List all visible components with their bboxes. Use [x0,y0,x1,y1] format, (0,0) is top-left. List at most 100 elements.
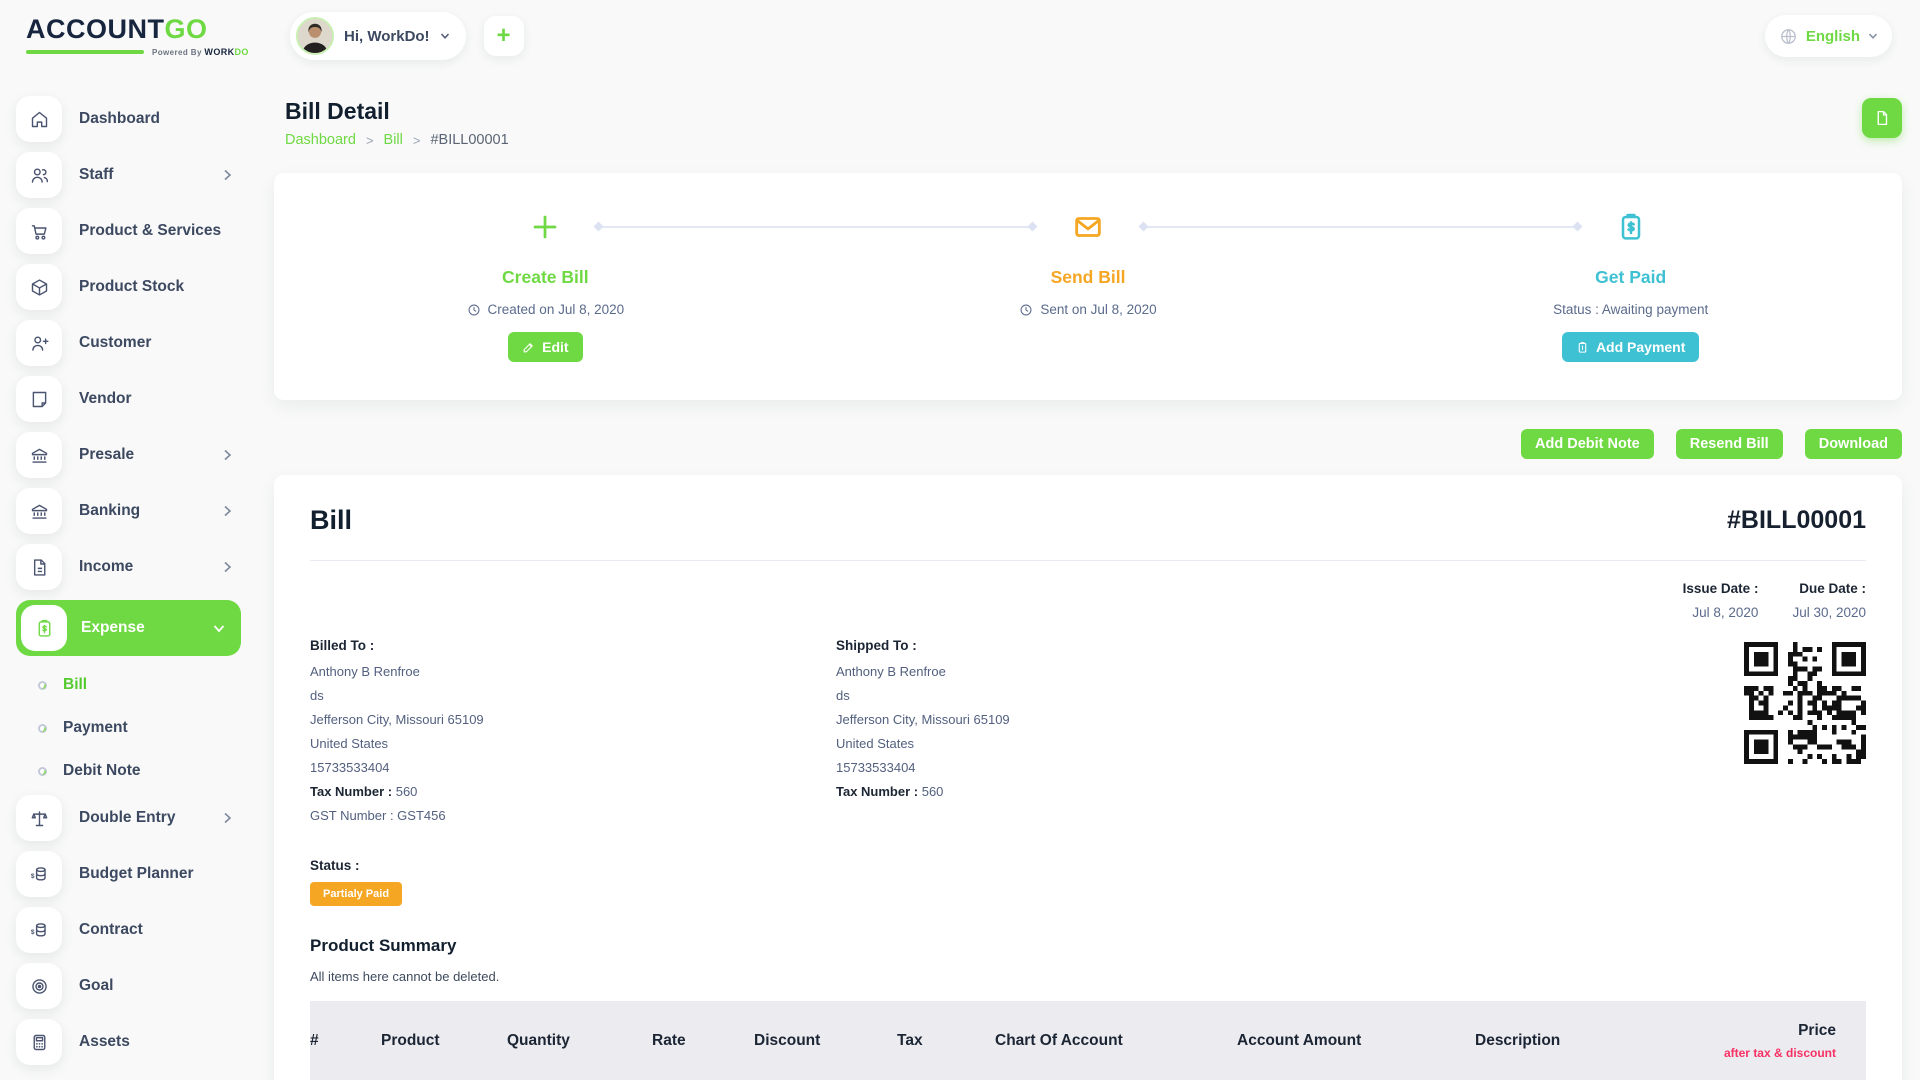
brand-logo[interactable]: ACCOUNTGO Powered By WORKDO [26,16,258,57]
breadcrumb-separator: > [366,133,374,148]
avatar [296,17,334,55]
language-label: English [1806,28,1860,45]
download-button[interactable]: Download [1805,429,1902,459]
clipboard-dollar-icon [21,605,67,651]
breadcrumb-dashboard-link[interactable]: Dashboard [285,132,356,148]
product-summary-table: # Product Quantity Rate Discount Tax Cha… [310,1001,1866,1080]
logo-underline [26,50,144,54]
bill-heading: Bill [310,505,352,536]
sidebar: Dashboard Staff Product & Services Produ… [0,72,256,1080]
due-date: Due Date : Jul 30, 2020 [1792,581,1866,620]
user-menu-button[interactable]: Hi, WorkDo! [290,12,466,60]
shipped-to-block: Shipped To : Anthony B Renfroe ds Jeffer… [836,638,1744,832]
clock-icon [467,303,481,317]
chevron-right-icon [223,449,232,461]
cart-icon [16,208,62,254]
clipboard-dollar-icon [1576,341,1589,354]
step-title: Create Bill [502,267,589,288]
breadcrumb-separator: > [413,133,421,148]
sidebar-item-assets[interactable]: Assets [16,1019,256,1065]
plus-icon [530,203,560,251]
edit-bill-button[interactable]: Edit [508,332,582,362]
product-summary-note: All items here cannot be deleted. [310,969,1866,984]
export-document-button[interactable] [1862,98,1902,138]
document-icon [16,544,62,590]
col-chart-of-account: Chart Of Account [995,1001,1237,1080]
sidebar-item-banking[interactable]: Banking [16,488,256,534]
sidebar-item-budget-planner[interactable]: $ Budget Planner [16,851,256,897]
bullet-icon [38,767,47,776]
breadcrumb-current: #BILL00001 [430,132,508,148]
step-send-bill: Send Bill Sent on Jul 8, 2020 [817,173,1360,400]
breadcrumb-bill-link[interactable]: Bill [384,132,403,148]
page-title: Bill Detail [285,98,509,125]
sidebar-item-product-services[interactable]: Product & Services [16,208,256,254]
main-content: Bill Detail Dashboard > Bill > #BILL0000… [256,72,1920,1080]
user-plus-icon [16,320,62,366]
chevron-down-icon [440,31,450,41]
step-get-paid: Get Paid Status : Awaiting payment Add P… [1359,173,1902,400]
table-header-row: # Product Quantity Rate Discount Tax Cha… [310,1001,1866,1080]
sidebar-item-goal[interactable]: Goal [16,963,256,1009]
sidebar-item-contract[interactable]: $ Contract [16,907,256,953]
billed-to-block: Billed To : Anthony B Renfroe ds Jeffers… [310,638,836,832]
calculator-icon [16,1019,62,1065]
divider [310,560,1866,561]
bullet-icon [38,724,47,733]
sidebar-item-dashboard[interactable]: Dashboard [16,96,256,142]
col-index: # [310,1001,381,1080]
col-product: Product [381,1001,507,1080]
note-icon [16,376,62,422]
brand-name: ACCOUNTGO [26,16,258,43]
col-rate: Rate [652,1001,754,1080]
sidebar-subitem-bill[interactable]: Bill [38,666,256,704]
scales-icon [16,795,62,841]
sidebar-subitem-payment[interactable]: Payment [38,709,256,747]
pencil-icon [522,341,535,354]
col-discount: Discount [754,1001,897,1080]
language-selector[interactable]: English [1765,15,1892,57]
svg-text:$: $ [30,929,34,936]
bill-actions: Add Debit Note Resend Bill Download [274,429,1902,459]
quick-add-button[interactable]: + [484,16,524,56]
resend-bill-button[interactable]: Resend Bill [1676,429,1783,459]
chevron-right-icon [223,561,232,573]
bill-number: #BILL00001 [1727,506,1866,535]
bank-icon [16,488,62,534]
step-subtitle: Status : Awaiting payment [1553,302,1708,317]
target-icon [16,963,62,1009]
coins-icon: $ [16,851,62,897]
bill-detail-card: Bill #BILL00001 Issue Date : Jul 8, 2020… [274,475,1902,1080]
chevron-right-icon [223,169,232,181]
col-account-amount: Account Amount [1237,1001,1475,1080]
sidebar-item-presale[interactable]: Presale [16,432,256,478]
col-tax: Tax [897,1001,995,1080]
sidebar-item-double-entry[interactable]: Double Entry [16,795,256,841]
qr-code [1744,642,1866,764]
step-title: Get Paid [1595,267,1666,288]
status-block: Status : Partialy Paid [310,858,1866,906]
add-debit-note-button[interactable]: Add Debit Note [1521,429,1654,459]
product-summary-title: Product Summary [310,936,1866,956]
sidebar-item-expense[interactable]: Expense [16,600,241,656]
progress-connector [599,226,1032,228]
sidebar-item-vendor[interactable]: Vendor [16,376,256,422]
price-subnote: after tax & discount [1715,1046,1836,1060]
sidebar-subitem-debit-note[interactable]: Debit Note [38,752,256,790]
bank-icon [16,432,62,478]
file-icon [1873,109,1891,127]
svg-text:$: $ [30,873,34,880]
clipboard-dollar-icon [1615,203,1647,251]
sidebar-item-product-stock[interactable]: Product Stock [16,264,256,310]
bill-dates: Issue Date : Jul 8, 2020 Due Date : Jul … [310,581,1866,620]
sidebar-item-customer[interactable]: Customer [16,320,256,366]
add-payment-button[interactable]: Add Payment [1562,332,1699,362]
users-icon [16,152,62,198]
coins-icon: $ [16,907,62,953]
step-subtitle: Created on Jul 8, 2020 [467,302,625,317]
sidebar-item-income[interactable]: Income [16,544,256,590]
clock-icon [1019,303,1033,317]
chevron-down-icon [1868,31,1878,41]
globe-icon [1779,27,1798,46]
sidebar-item-staff[interactable]: Staff [16,152,256,198]
